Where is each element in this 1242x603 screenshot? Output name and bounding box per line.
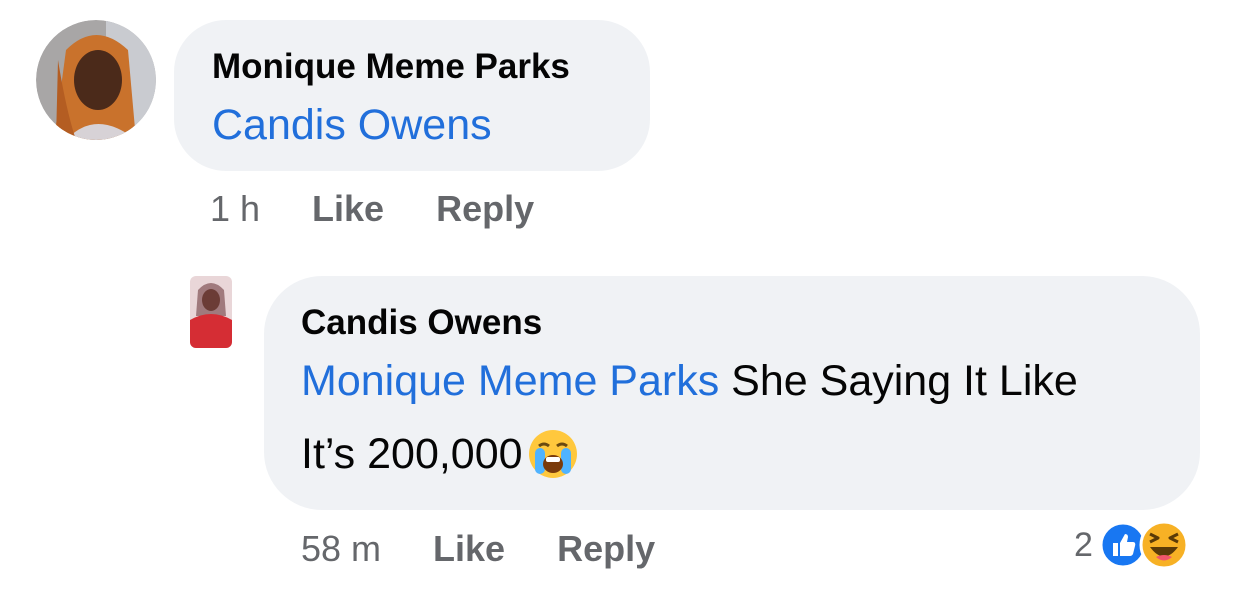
reply-reply-button[interactable]: Reply bbox=[557, 528, 655, 569]
comment-timestamp[interactable]: 1 h bbox=[210, 188, 260, 229]
comment-author-name[interactable]: Monique Meme Parks bbox=[212, 47, 570, 87]
comment-reply-button[interactable]: Reply bbox=[436, 188, 534, 229]
comment-meta: 1 h Like Reply bbox=[210, 188, 534, 230]
reply-body-text-2: It’s 200,000 bbox=[301, 429, 523, 478]
reply-body-line-2: It’s 200,000 bbox=[301, 428, 579, 480]
reply-author-avatar[interactable] bbox=[190, 276, 232, 348]
reply-timestamp[interactable]: 58 m bbox=[301, 528, 381, 569]
avatar-photo-icon bbox=[190, 276, 232, 348]
reply-author-name[interactable]: Candis Owens bbox=[301, 303, 542, 343]
reply-body-line-1: Monique Meme Parks She Saying It Like bbox=[301, 357, 1078, 406]
comment-mention-link[interactable]: Candis Owens bbox=[212, 101, 492, 149]
reply-like-button[interactable]: Like bbox=[433, 528, 505, 569]
comment-like-button[interactable]: Like bbox=[312, 188, 384, 229]
reaction-count: 2 bbox=[1074, 525, 1093, 564]
haha-icon bbox=[1139, 520, 1189, 570]
comment-body: Candis Owens bbox=[212, 101, 492, 150]
reply-meta: 58 m Like Reply bbox=[301, 528, 655, 570]
reply-body-text: She Saying It Like bbox=[719, 357, 1078, 405]
avatar-photo-icon bbox=[36, 20, 156, 140]
comment-author-avatar[interactable] bbox=[36, 20, 156, 140]
reply-mention-link[interactable]: Monique Meme Parks bbox=[301, 357, 719, 405]
loudly-crying-face-icon bbox=[528, 430, 577, 478]
reaction-summary[interactable]: 2 bbox=[1074, 520, 1189, 570]
